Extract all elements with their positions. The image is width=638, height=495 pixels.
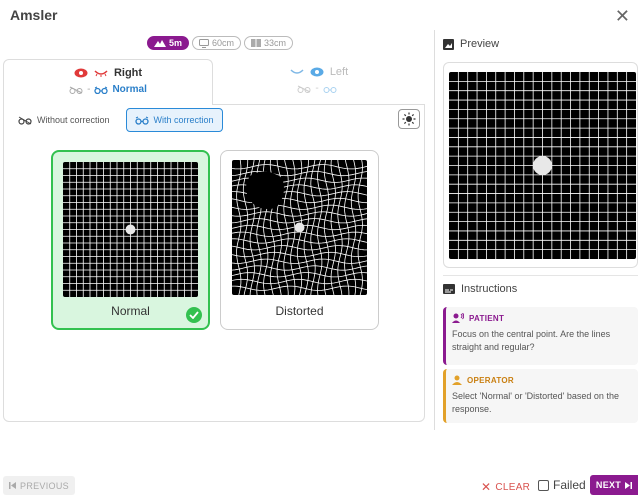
distance-selector: 5m 60cm 33cm	[147, 36, 294, 50]
preview-header: Preview	[443, 38, 499, 50]
clear-button[interactable]: ✕ CLEAR	[481, 480, 530, 494]
tab-right-eye[interactable]: Right - Normal	[3, 59, 213, 105]
tab-left-dash: -	[315, 83, 319, 94]
eye-closed-icon	[290, 69, 304, 74]
distorted-amsler-grid	[232, 160, 367, 295]
distance-chip-60cm[interactable]: 60cm	[192, 36, 242, 50]
person-speaking-icon	[452, 313, 464, 323]
previous-button[interactable]: PREVIOUS	[3, 476, 75, 495]
with-correction-button[interactable]: With correction	[125, 108, 223, 132]
failed-checkbox[interactable]: Failed	[538, 478, 586, 492]
skip-next-icon	[625, 481, 633, 489]
distance-chip-label: 5m	[169, 38, 183, 48]
section-divider	[443, 275, 638, 276]
clear-label: CLEAR	[495, 481, 531, 493]
patient-instruction: PATIENT Focus on the central point. Are …	[443, 307, 638, 365]
book-icon	[251, 39, 262, 47]
sun-icon	[402, 112, 416, 126]
instructions-header: Instructions	[443, 283, 517, 295]
check-icon	[186, 307, 202, 323]
glasses-off-icon	[297, 85, 311, 93]
distorted-option-card[interactable]: Distorted	[220, 150, 379, 330]
image-icon	[443, 38, 454, 50]
glasses-icon	[134, 116, 149, 125]
tab-left-eye[interactable]: Left -	[213, 59, 425, 105]
next-button[interactable]: NEXT	[590, 475, 638, 495]
operator-text: Select 'Normal' or 'Distorted' based on …	[452, 391, 619, 414]
next-label: NEXT	[595, 480, 622, 490]
tab-right-status: Normal	[112, 84, 147, 95]
normal-amsler-grid	[63, 162, 198, 297]
subtitles-icon	[443, 284, 455, 294]
correction-toggle: Without correction With correction	[10, 108, 223, 132]
tab-right-label: Right	[113, 67, 143, 79]
page-title: Amsler	[10, 7, 58, 23]
glasses-off-icon	[18, 116, 32, 125]
glasses-off-icon	[69, 86, 83, 94]
distance-chip-label: 60cm	[212, 38, 235, 48]
distance-chip-5m[interactable]: 5m	[147, 36, 190, 50]
patient-text: Focus on the central point. Are the line…	[452, 329, 611, 352]
operator-instruction: OPERATOR Select 'Normal' or 'Distorted' …	[443, 369, 638, 423]
eye-open-icon	[310, 67, 324, 77]
previous-label: PREVIOUS	[20, 480, 69, 491]
distance-chip-33cm[interactable]: 33cm	[244, 36, 294, 50]
operator-heading: OPERATOR	[467, 375, 514, 385]
glasses-icon	[323, 86, 337, 93]
skip-previous-icon	[9, 482, 17, 489]
glasses-icon	[94, 86, 109, 94]
brightness-button[interactable]	[398, 109, 420, 129]
distance-chip-label: 33cm	[264, 38, 287, 48]
column-divider	[434, 30, 435, 430]
patient-heading: PATIENT	[469, 313, 505, 323]
close-icon: ✕	[481, 480, 492, 494]
preview-amsler-grid	[449, 72, 636, 259]
person-icon	[452, 375, 462, 385]
checkbox-icon	[538, 479, 549, 491]
monitor-icon	[199, 38, 210, 48]
eye-tabs: Right - Normal Left -	[3, 59, 425, 105]
failed-label: Failed	[553, 478, 586, 492]
without-correction-button[interactable]: Without correction	[10, 108, 118, 132]
with-correction-label: With correction	[153, 115, 214, 125]
without-correction-label: Without correction	[37, 115, 110, 125]
instructions-title: Instructions	[461, 283, 518, 295]
eye-open-icon	[74, 68, 88, 78]
normal-option-card[interactable]: Normal	[51, 150, 210, 330]
mountain-icon	[154, 40, 166, 47]
preview-title: Preview	[460, 38, 500, 50]
tab-left-label: Left	[329, 66, 349, 78]
preview-box	[443, 62, 638, 268]
distorted-option-label: Distorted	[275, 304, 324, 318]
close-icon[interactable]: ✕	[615, 7, 630, 25]
eye-closed-icon	[94, 70, 108, 77]
normal-option-label: Normal	[111, 304, 150, 318]
tab-right-dash: -	[87, 84, 91, 95]
